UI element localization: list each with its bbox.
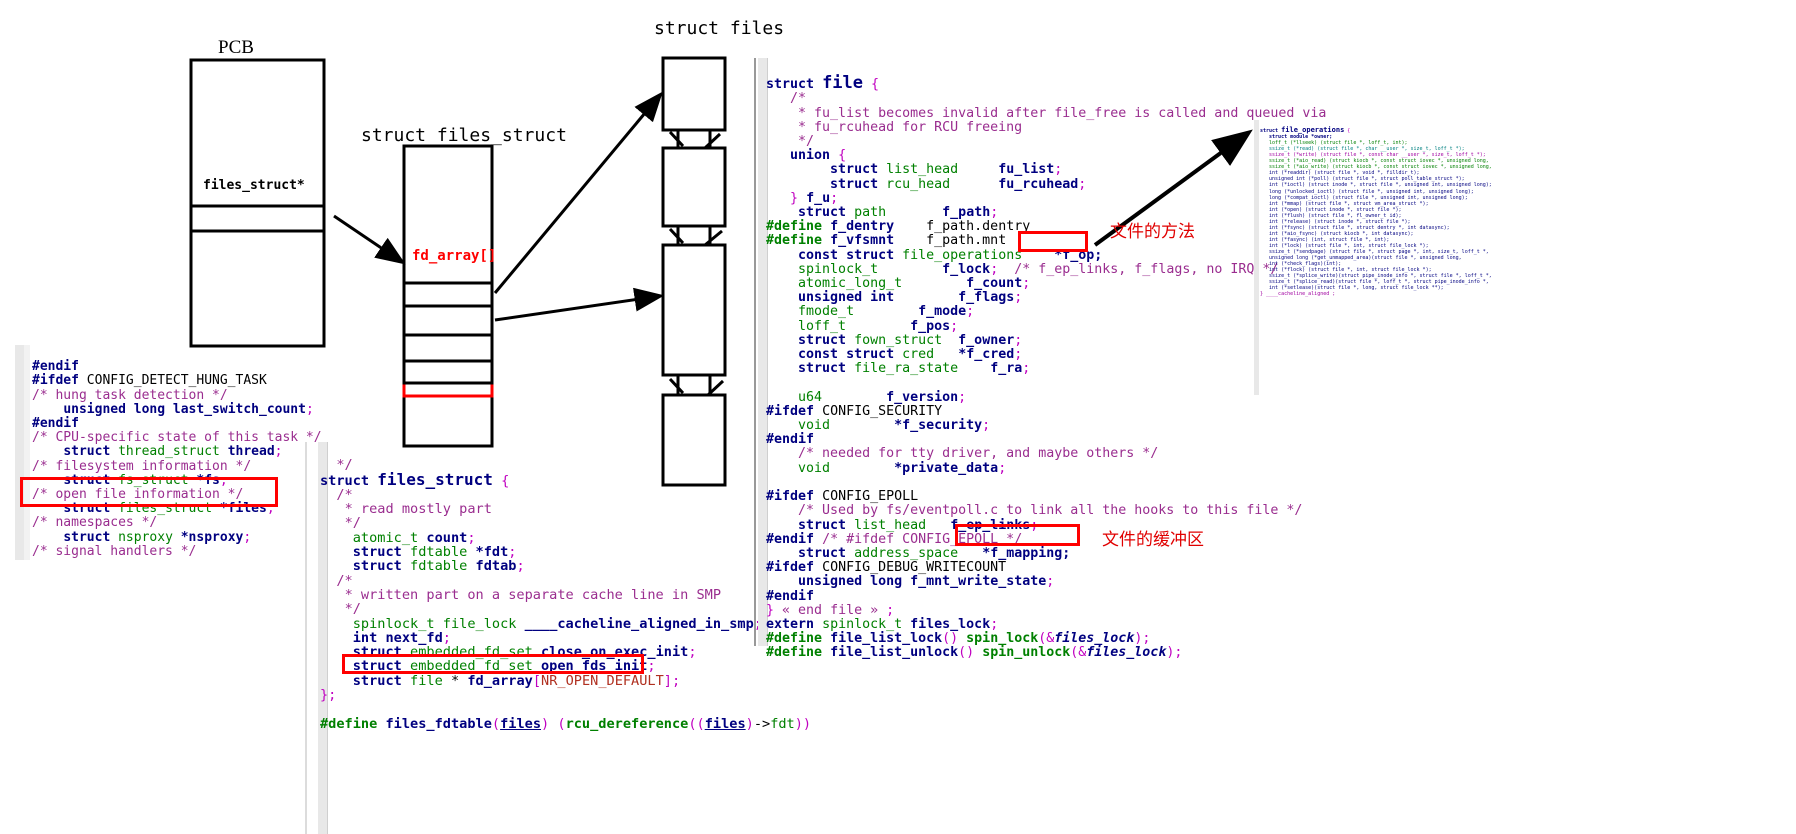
pcb-files-struct-field: files_struct*	[203, 178, 305, 193]
f-op-highlight	[1018, 231, 1088, 252]
file-code-block: struct file { /* * fu_list becomes inval…	[766, 73, 1327, 661]
f-mapping-highlight	[955, 524, 1080, 546]
files-struct-code-block: */ struct files_struct { /* * read mostl…	[320, 457, 812, 732]
pcb-files-highlight	[20, 477, 278, 507]
struct-files-title: struct files	[654, 18, 785, 39]
diagram-canvas: PCB files_struct* struct files_struct fd…	[0, 0, 1796, 834]
files-struct-title: struct files_struct	[361, 125, 567, 146]
pcb-code-block: #endif #ifdef CONFIG_DETECT_HUNG_TASK /*…	[32, 359, 322, 559]
pcb-code-gutter-inner	[24, 345, 30, 560]
fd-array-line-highlight	[342, 654, 644, 674]
fd-array-label: fd_array[]	[412, 248, 497, 264]
file-operations-code-block: struct file_operations { struct module *…	[1260, 126, 1492, 298]
pcb-title: PCB	[218, 37, 254, 58]
